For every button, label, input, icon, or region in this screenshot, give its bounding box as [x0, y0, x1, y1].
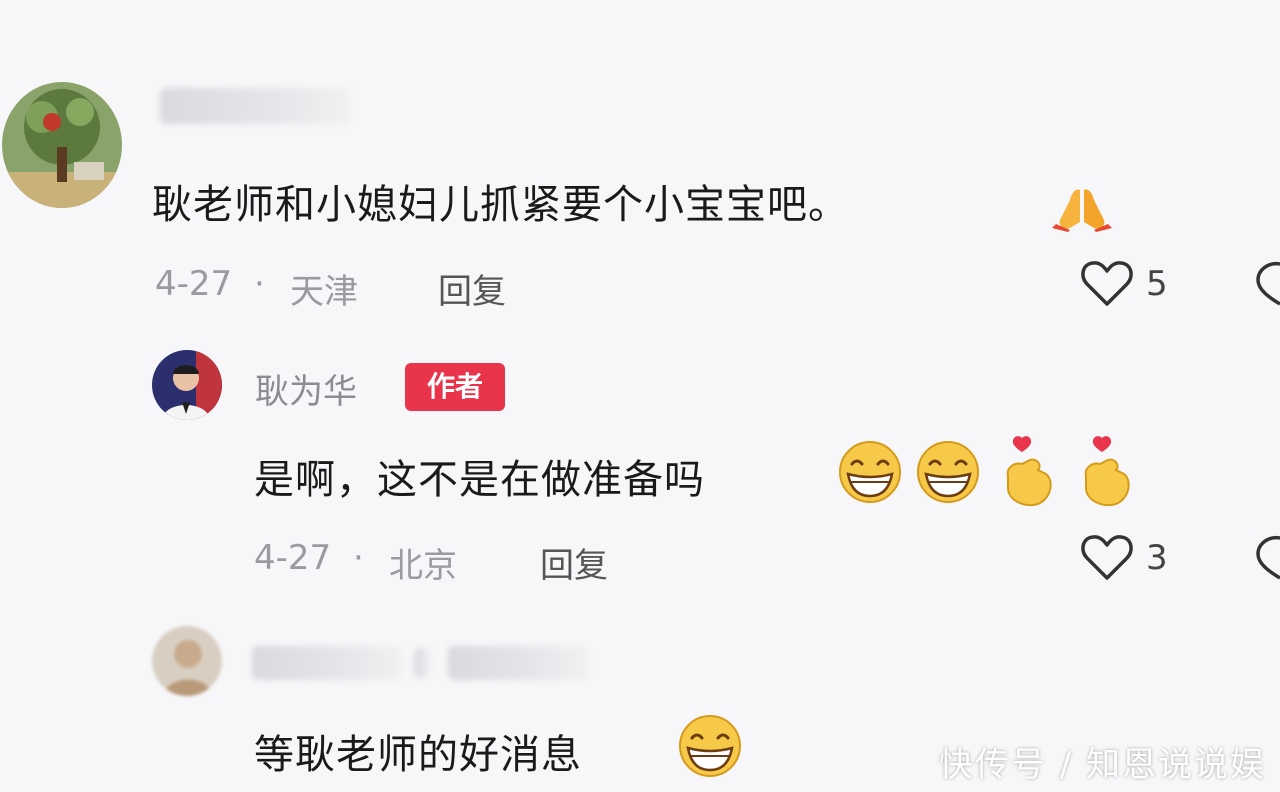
reply-button[interactable]: 回复: [438, 264, 506, 313]
commenter-name-blurred: [448, 646, 588, 680]
heart-icon[interactable]: [1080, 532, 1134, 582]
watermark: 快传号 / 知恩说说娱: [938, 745, 1266, 785]
grin-face-emoji: [914, 440, 982, 504]
finger-heart-emoji: [1076, 434, 1132, 508]
comment-text: 等耿老师的好消息: [254, 732, 582, 778]
dislike-icon-partial[interactable]: [1256, 258, 1280, 308]
commenter-avatar[interactable]: [2, 82, 122, 208]
comment-text: 耿老师和小媳妇儿抓紧要个小宝宝吧。: [152, 182, 849, 228]
commenter-name-blurred[interactable]: [160, 88, 350, 124]
finger-heart-emoji: [1000, 434, 1056, 508]
comment-location: 天津: [290, 272, 358, 312]
like-count: 5: [1146, 264, 1168, 304]
commenter-avatar[interactable]: [152, 626, 222, 696]
author-name[interactable]: 耿为华: [255, 364, 357, 413]
grin-face-emoji: [676, 714, 744, 778]
comment-dot: ·: [353, 538, 364, 578]
commenter-name-blurred: [414, 648, 430, 678]
comment-date: 4-27: [254, 538, 332, 578]
author-badge: 作者: [405, 363, 505, 411]
dislike-icon-partial[interactable]: [1256, 532, 1280, 582]
praying-hands-emoji: [1046, 184, 1118, 232]
author-avatar[interactable]: [152, 350, 222, 420]
heart-icon[interactable]: [1080, 258, 1134, 308]
reply-button[interactable]: 回复: [540, 538, 608, 587]
comment-date: 4-27: [155, 264, 233, 304]
comment-text: 是啊，这不是在做准备吗: [254, 457, 705, 503]
commenter-name-blurred[interactable]: [252, 646, 402, 680]
grin-face-emoji: [836, 440, 904, 504]
comment-location: 北京: [389, 546, 457, 586]
comment-dot: ·: [254, 264, 265, 304]
like-count: 3: [1146, 538, 1168, 578]
